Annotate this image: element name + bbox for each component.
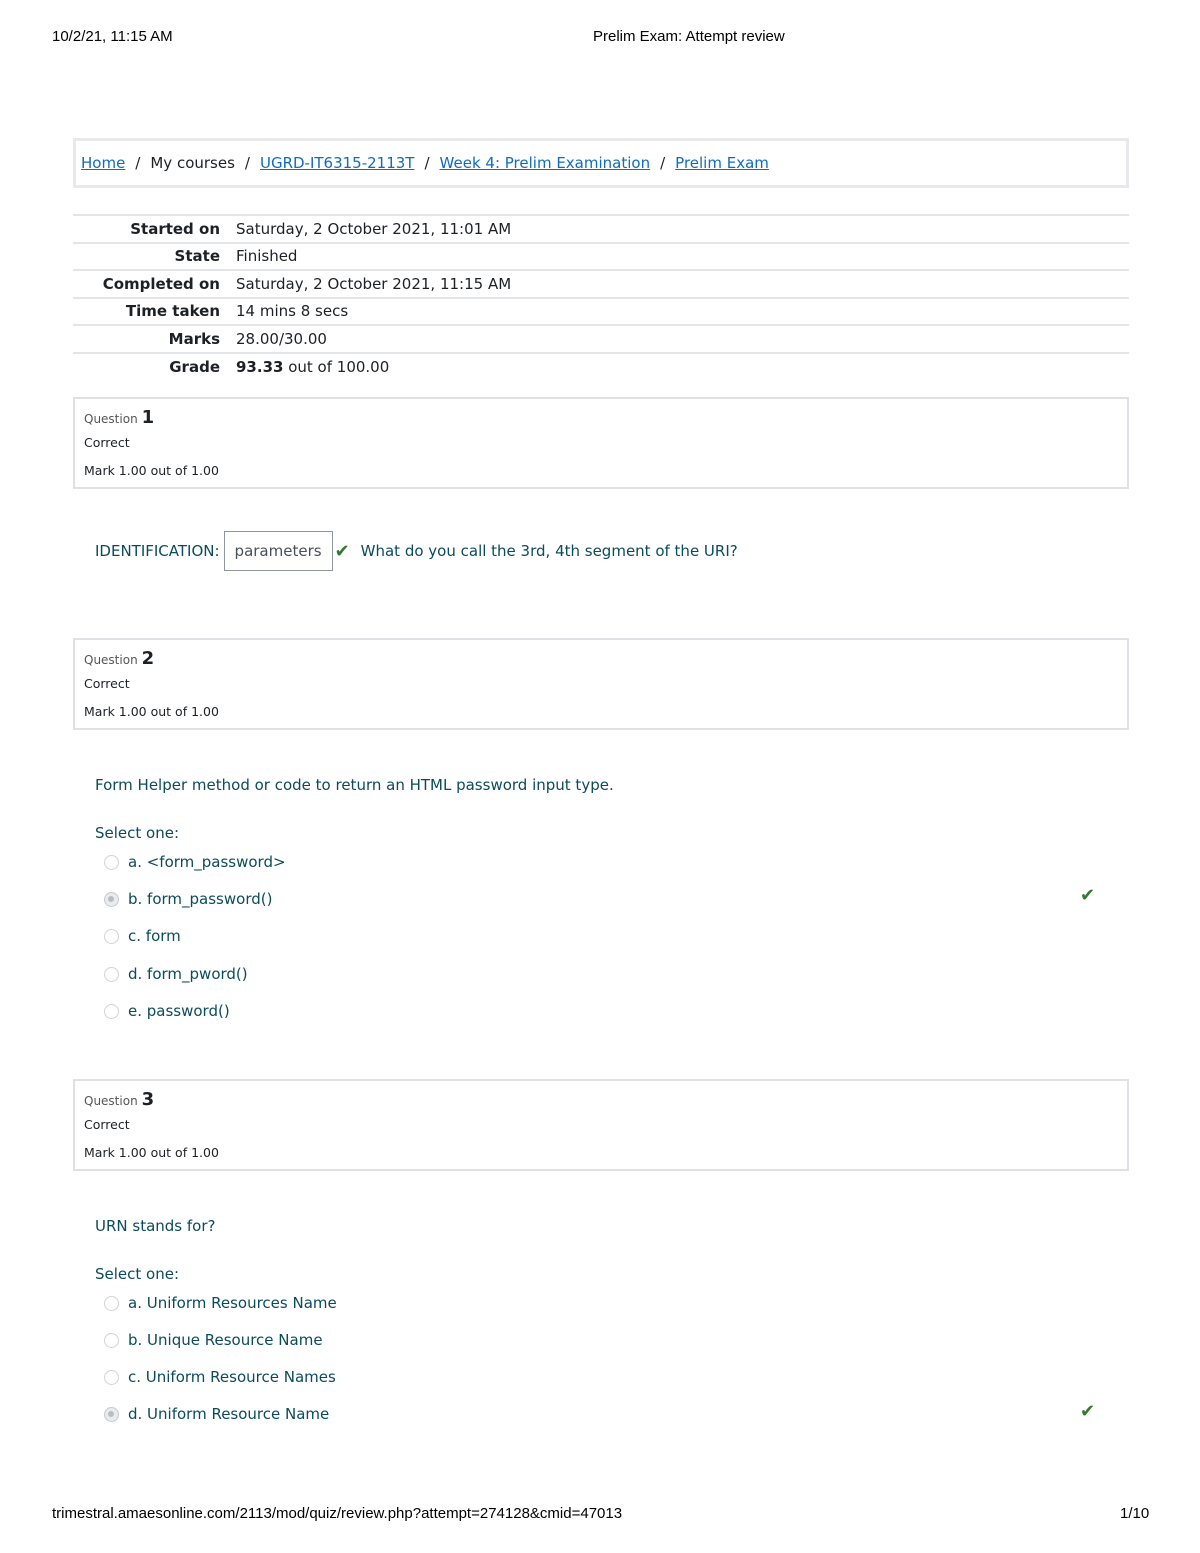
breadcrumb-separator: / bbox=[244, 154, 250, 172]
breadcrumb-separator: / bbox=[660, 154, 666, 172]
question-state: Correct bbox=[84, 435, 130, 450]
radio-button[interactable] bbox=[104, 1332, 119, 1348]
breadcrumb-quiz[interactable]: Prelim Exam bbox=[675, 154, 769, 172]
option-c[interactable]: c. form bbox=[104, 927, 181, 945]
option-label: b. form_password() bbox=[128, 890, 273, 908]
option-label: c. form bbox=[128, 927, 181, 945]
question-label: Question bbox=[84, 1094, 138, 1108]
option-b[interactable]: b. Unique Resource Name bbox=[104, 1331, 323, 1349]
question-mark: Mark 1.00 out of 1.00 bbox=[84, 704, 219, 719]
breadcrumb-week[interactable]: Week 4: Prelim Examination bbox=[440, 154, 651, 172]
option-b[interactable]: b. form_password() bbox=[104, 890, 272, 908]
breadcrumb-separator: / bbox=[424, 154, 430, 172]
check-icon: ✔ bbox=[1080, 1401, 1096, 1421]
option-label: d. Uniform Resource Name bbox=[128, 1405, 330, 1423]
summary-value: Saturday, 2 October 2021, 11:01 AM bbox=[236, 219, 512, 238]
radio-button[interactable] bbox=[104, 1295, 119, 1311]
summary-value: 14 mins 8 secs bbox=[236, 302, 349, 321]
print-title: Prelim Exam: Attempt review bbox=[593, 28, 785, 45]
summary-label: Marks bbox=[168, 329, 220, 348]
select-one-label: Select one: bbox=[95, 824, 180, 842]
question-number: 2 bbox=[141, 648, 155, 669]
option-label: a. Uniform Resources Name bbox=[128, 1294, 337, 1312]
question-text: Form Helper method or code to return an … bbox=[95, 776, 614, 794]
print-url: trimestral.amaesonline.com/2113/mod/quiz… bbox=[52, 1505, 623, 1522]
check-icon: ✔ bbox=[1080, 885, 1096, 905]
print-date: 10/2/21, 11:15 AM bbox=[52, 28, 173, 45]
question-mark: Mark 1.00 out of 1.00 bbox=[84, 463, 219, 478]
attempt-summary: Started on Saturday, 2 October 2021, 11:… bbox=[73, 214, 1129, 380]
radio-button[interactable] bbox=[104, 928, 119, 944]
option-d[interactable]: d. Uniform Resource Name bbox=[104, 1405, 329, 1423]
select-one-label: Select one: bbox=[95, 1265, 180, 1283]
breadcrumb-home[interactable]: Home bbox=[81, 154, 125, 172]
summary-value: Finished bbox=[236, 247, 298, 266]
summary-label: Started on bbox=[130, 219, 220, 238]
question-mark: Mark 1.00 out of 1.00 bbox=[84, 1145, 219, 1160]
question-state: Correct bbox=[84, 1117, 130, 1132]
summary-label: Completed on bbox=[102, 274, 220, 293]
question-label: Question bbox=[84, 653, 138, 667]
summary-label: State bbox=[174, 247, 220, 266]
summary-value: 28.00/30.00 bbox=[236, 329, 327, 348]
question-info-3: Question 3 Correct Mark 1.00 out of 1.00 bbox=[73, 1079, 1129, 1171]
question-text: What do you call the 3rd, 4th segment of… bbox=[360, 542, 738, 560]
breadcrumb: Home / My courses / UGRD-IT6315-2113T / … bbox=[73, 138, 1129, 188]
summary-row-marks: Marks 28.00/30.00 bbox=[73, 325, 1129, 353]
summary-row-started: Started on Saturday, 2 October 2021, 11:… bbox=[73, 215, 1129, 243]
question-label: Question bbox=[84, 412, 138, 426]
summary-row-grade: Grade 93.33 out of 100.00 bbox=[73, 352, 1129, 381]
check-icon: ✔ bbox=[334, 540, 350, 562]
option-d[interactable]: d. form_pword() bbox=[104, 965, 248, 983]
question-state: Correct bbox=[84, 676, 130, 691]
option-e[interactable]: e. password() bbox=[104, 1002, 230, 1020]
question-info-2: Question 2 Correct Mark 1.00 out of 1.00 bbox=[73, 638, 1129, 730]
question-1-content: IDENTIFICATION: parameters ✔ What do you… bbox=[95, 531, 738, 571]
identification-prefix: IDENTIFICATION: bbox=[95, 542, 220, 560]
summary-row-time-taken: Time taken 14 mins 8 secs bbox=[73, 297, 1129, 326]
breadcrumb-course[interactable]: UGRD-IT6315-2113T bbox=[260, 154, 415, 172]
option-label: b. Unique Resource Name bbox=[128, 1331, 323, 1349]
summary-label: Time taken bbox=[125, 302, 220, 321]
radio-button-selected[interactable] bbox=[104, 891, 119, 907]
radio-button[interactable] bbox=[104, 1369, 119, 1385]
option-label: e. password() bbox=[128, 1002, 230, 1020]
breadcrumb-my-courses: My courses bbox=[150, 154, 235, 172]
summary-row-completed: Completed on Saturday, 2 October 2021, 1… bbox=[73, 270, 1129, 298]
question-text: URN stands for? bbox=[95, 1217, 216, 1235]
summary-row-state: State Finished bbox=[73, 242, 1129, 271]
question-info-1: Question 1 Correct Mark 1.00 out of 1.00 bbox=[73, 397, 1129, 489]
summary-label: Grade bbox=[169, 357, 220, 376]
radio-button-selected[interactable] bbox=[104, 1406, 119, 1422]
summary-value: Saturday, 2 October 2021, 11:15 AM bbox=[236, 274, 512, 293]
answer-input[interactable]: parameters bbox=[223, 531, 333, 571]
option-label: d. form_pword() bbox=[128, 965, 248, 983]
breadcrumb-separator: / bbox=[135, 154, 141, 172]
grade-out-of: out of 100.00 bbox=[283, 357, 390, 376]
summary-value: 93.33 out of 100.00 bbox=[228, 353, 1129, 381]
option-a[interactable]: a. Uniform Resources Name bbox=[104, 1294, 337, 1312]
option-label: c. Uniform Resource Names bbox=[128, 1368, 336, 1386]
radio-button[interactable] bbox=[104, 966, 119, 982]
grade-score: 93.33 bbox=[236, 357, 284, 376]
page-number: 1/10 bbox=[1120, 1505, 1150, 1522]
radio-button[interactable] bbox=[104, 854, 119, 870]
radio-button[interactable] bbox=[104, 1003, 119, 1019]
option-a[interactable]: a. <form_password> bbox=[104, 853, 286, 871]
option-label: a. <form_password> bbox=[128, 853, 286, 871]
question-number: 3 bbox=[141, 1089, 155, 1110]
question-number: 1 bbox=[141, 407, 155, 428]
option-c[interactable]: c. Uniform Resource Names bbox=[104, 1368, 336, 1386]
